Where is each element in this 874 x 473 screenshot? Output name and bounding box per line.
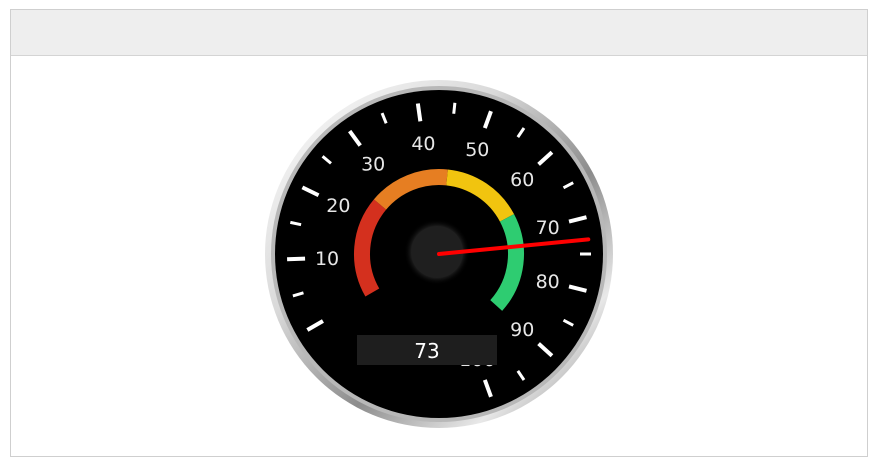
tick-label-90: 90 <box>510 319 534 341</box>
speedometer-gauge: 102030405060708090100 73 <box>265 80 613 428</box>
major-tick-10 <box>287 256 306 262</box>
minor-tick-45 <box>452 102 457 114</box>
tick-label-30: 30 <box>361 153 385 175</box>
tick-label-60: 60 <box>510 169 534 191</box>
tick-label-10: 10 <box>315 248 339 270</box>
major-tick-40 <box>415 103 423 122</box>
tick-label-40: 40 <box>411 133 435 155</box>
tick-label-50: 50 <box>465 139 489 161</box>
tick-label-20: 20 <box>326 195 350 217</box>
tick-label-80: 80 <box>536 271 560 293</box>
value-readout: 73 <box>414 339 439 363</box>
tick-label-70: 70 <box>536 217 560 239</box>
